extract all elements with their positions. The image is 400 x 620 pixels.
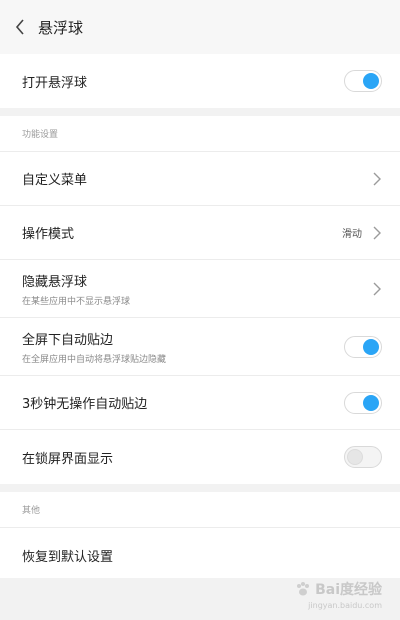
idle-auto-edge-row[interactable]: 3秒钟无操作自动贴边: [0, 376, 400, 430]
function-settings-card: 自定义菜单 操作模式 滑动 隐藏悬浮球 在某些应用中不显示悬浮球 全屏下自动贴边…: [0, 152, 400, 484]
open-floating-ball-toggle[interactable]: [344, 70, 382, 92]
lockscreen-show-toggle[interactable]: [344, 446, 382, 468]
toggle-knob: [347, 449, 363, 465]
operation-mode-row[interactable]: 操作模式 滑动: [0, 206, 400, 260]
fullscreen-auto-edge-desc: 在全屏应用中自动将悬浮球贴边隐藏: [22, 354, 167, 365]
baidu-jingyan-watermark: Bai度经验 jingyan.baidu.com: [295, 579, 382, 610]
lockscreen-show-row[interactable]: 在锁屏界面显示: [0, 430, 400, 484]
hide-floating-ball-desc: 在某些应用中不显示悬浮球: [22, 296, 131, 307]
watermark-main-text: Bai度经验: [315, 582, 382, 598]
section-gap: [0, 484, 400, 492]
custom-menu-label: 自定义菜单: [22, 173, 88, 188]
lockscreen-show-label: 在锁屏界面显示: [22, 451, 114, 467]
idle-auto-edge-label: 3秒钟无操作自动贴边: [22, 397, 148, 412]
hide-floating-ball-row[interactable]: 隐藏悬浮球 在某些应用中不显示悬浮球: [0, 260, 400, 318]
custom-menu-row[interactable]: 自定义菜单: [0, 152, 400, 206]
page-title: 悬浮球: [38, 18, 84, 37]
toggle-knob: [363, 73, 379, 89]
section-header-other: 其他: [0, 492, 400, 528]
main-toggle-card: 打开悬浮球: [0, 54, 400, 108]
open-floating-ball-row[interactable]: 打开悬浮球: [0, 54, 400, 108]
other-card: 恢复到默认设置: [0, 528, 400, 582]
back-button[interactable]: [8, 15, 32, 39]
restore-defaults-label: 恢复到默认设置: [22, 549, 114, 565]
restore-defaults-row[interactable]: 恢复到默认设置: [0, 528, 400, 582]
paw-icon: [297, 582, 310, 596]
fullscreen-auto-edge-toggle[interactable]: [344, 335, 382, 358]
open-floating-ball-label: 打开悬浮球: [22, 75, 88, 91]
hide-floating-ball-label: 隐藏悬浮球: [22, 274, 88, 290]
operation-mode-label: 操作模式: [22, 227, 75, 242]
idle-auto-edge-toggle[interactable]: [344, 391, 382, 414]
section-gap: [0, 108, 400, 116]
chevron-right-icon: [372, 171, 382, 187]
app-header: 悬浮球: [0, 0, 400, 54]
watermark-url: jingyan.baidu.com: [308, 601, 382, 610]
operation-mode-value: 滑动: [342, 229, 362, 240]
chevron-right-icon: [372, 225, 382, 241]
chevron-left-icon: [15, 19, 24, 35]
toggle-knob: [363, 338, 379, 355]
toggle-knob: [363, 394, 379, 411]
fullscreen-auto-edge-label: 全屏下自动贴边: [22, 332, 114, 348]
chevron-right-icon: [372, 281, 382, 297]
section-header-function: 功能设置: [0, 116, 400, 152]
fullscreen-auto-edge-row[interactable]: 全屏下自动贴边 在全屏应用中自动将悬浮球贴边隐藏: [0, 318, 400, 376]
